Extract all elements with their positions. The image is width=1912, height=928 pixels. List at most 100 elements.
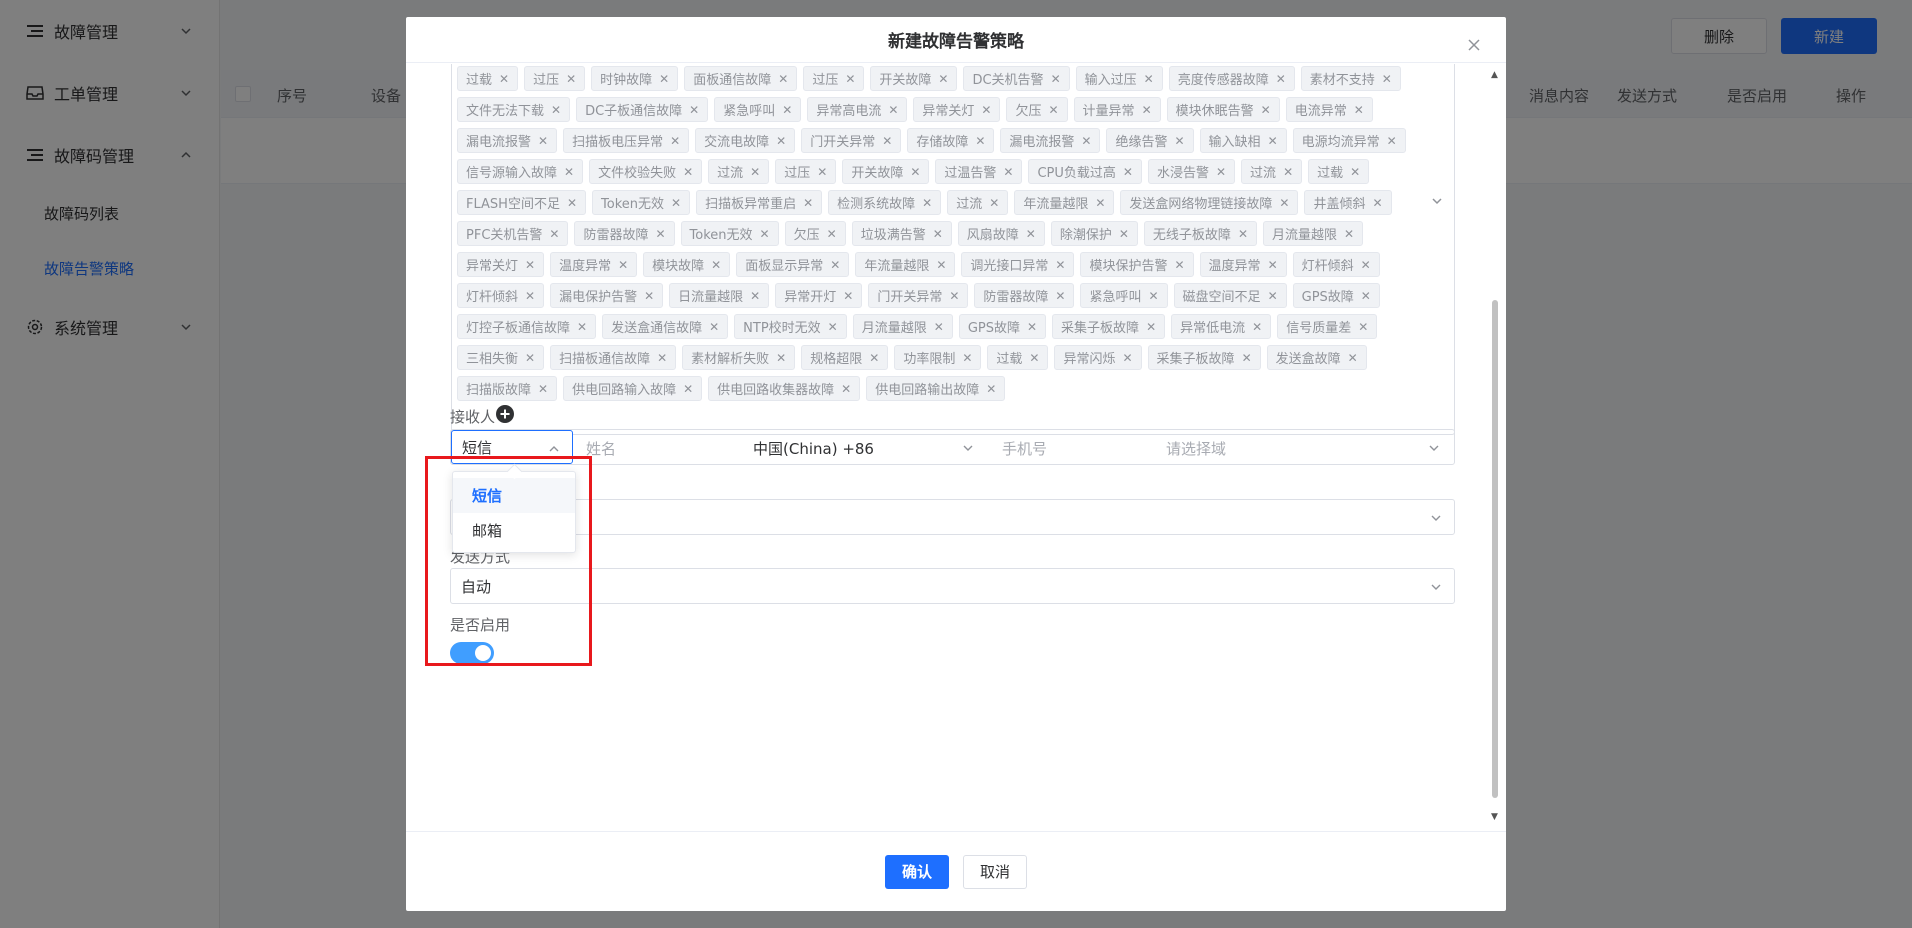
tag-close-icon[interactable]: ✕: [1122, 351, 1132, 365]
tag-close-icon[interactable]: ✕: [938, 72, 948, 86]
country-code-select[interactable]: 中国(China) +86: [753, 438, 874, 459]
tag-close-icon[interactable]: ✕: [1361, 258, 1371, 272]
tag-close-icon[interactable]: ✕: [869, 351, 879, 365]
tag-close-icon[interactable]: ✕: [1268, 134, 1278, 148]
tag-close-icon[interactable]: ✕: [933, 227, 943, 241]
tag-close-icon[interactable]: ✕: [525, 289, 535, 303]
tag-close-icon[interactable]: ✕: [841, 382, 851, 396]
tag-close-icon[interactable]: ✕: [566, 72, 576, 86]
tag-close-icon[interactable]: ✕: [1123, 165, 1133, 179]
tag-close-icon[interactable]: ✕: [882, 134, 892, 148]
tag-close-icon[interactable]: ✕: [1048, 103, 1058, 117]
scroll-down-arrow-icon[interactable]: ▼: [1491, 812, 1498, 822]
tag-close-icon[interactable]: ✕: [845, 72, 855, 86]
tag-close-icon[interactable]: ✕: [1387, 134, 1397, 148]
tag-close-icon[interactable]: ✕: [1252, 320, 1262, 334]
tag-close-icon[interactable]: ✕: [1029, 351, 1039, 365]
tag-close-icon[interactable]: ✕: [750, 289, 760, 303]
tag-close-icon[interactable]: ✕: [1283, 165, 1293, 179]
tag-close-icon[interactable]: ✕: [1358, 320, 1368, 334]
tag-close-icon[interactable]: ✕: [1003, 165, 1013, 179]
tag-close-icon[interactable]: ✕: [670, 134, 680, 148]
tag-close-icon[interactable]: ✕: [1144, 72, 1154, 86]
tag-close-icon[interactable]: ✕: [989, 196, 999, 210]
tag-close-icon[interactable]: ✕: [683, 165, 693, 179]
tag-close-icon[interactable]: ✕: [1051, 72, 1061, 86]
tag-close-icon[interactable]: ✕: [1268, 258, 1278, 272]
tag-close-icon[interactable]: ✕: [499, 72, 509, 86]
tag-close-icon[interactable]: ✕: [671, 196, 681, 210]
tag-close-icon[interactable]: ✕: [683, 382, 693, 396]
add-circle-icon[interactable]: [496, 405, 514, 423]
tag-close-icon[interactable]: ✕: [776, 134, 786, 148]
tag-close-icon[interactable]: ✕: [782, 103, 792, 117]
tag-close-icon[interactable]: ✕: [1142, 103, 1152, 117]
tag-close-icon[interactable]: ✕: [1027, 320, 1037, 334]
confirm-button[interactable]: 确认: [885, 854, 949, 889]
tag-close-icon[interactable]: ✕: [655, 227, 665, 241]
scroll-up-arrow-icon[interactable]: ▲: [1491, 70, 1498, 80]
tag-close-icon[interactable]: ✕: [1174, 258, 1184, 272]
tag-close-icon[interactable]: ✕: [1344, 227, 1354, 241]
tag-close-icon[interactable]: ✕: [1382, 72, 1392, 86]
chevron-down-icon[interactable]: [1430, 194, 1444, 208]
tag-close-icon[interactable]: ✕: [986, 382, 996, 396]
tag-close-icon[interactable]: ✕: [962, 351, 972, 365]
tag-close-icon[interactable]: ✕: [644, 289, 654, 303]
tag-close-icon[interactable]: ✕: [689, 103, 699, 117]
tag-close-icon[interactable]: ✕: [827, 227, 837, 241]
tag-close-icon[interactable]: ✕: [975, 134, 985, 148]
tag-close-icon[interactable]: ✕: [1238, 227, 1248, 241]
tag-close-icon[interactable]: ✕: [1348, 351, 1358, 365]
tag-close-icon[interactable]: ✕: [843, 289, 853, 303]
tag-close-icon[interactable]: ✕: [538, 382, 548, 396]
tag-close-icon[interactable]: ✕: [1174, 134, 1184, 148]
tag-close-icon[interactable]: ✕: [1354, 103, 1364, 117]
tag-close-icon[interactable]: ✕: [910, 165, 920, 179]
tag-close-icon[interactable]: ✕: [949, 289, 959, 303]
tag-close-icon[interactable]: ✕: [1276, 72, 1286, 86]
tag-close-icon[interactable]: ✕: [711, 258, 721, 272]
tag-close-icon[interactable]: ✕: [817, 165, 827, 179]
tag-close-icon[interactable]: ✕: [1242, 351, 1252, 365]
tag-close-icon[interactable]: ✕: [618, 258, 628, 272]
tag-close-icon[interactable]: ✕: [1261, 103, 1271, 117]
fault-code-multiselect[interactable]: 过载 ✕ 过压 ✕ 时钟故障 ✕ 面板通信故障 ✕ 过压 ✕ 开关故障 ✕ DC关机告警 ✕ 输入过压 ✕ 亮度…: [451, 64, 1455, 435]
tag-close-icon[interactable]: ✕: [803, 196, 813, 210]
message-content-select[interactable]: [450, 499, 1455, 535]
tag-close-icon[interactable]: ✕: [1119, 227, 1129, 241]
domain-select[interactable]: 请选择域: [1166, 438, 1226, 459]
tag-close-icon[interactable]: ✕: [1081, 134, 1091, 148]
tag-close-icon[interactable]: ✕: [538, 134, 548, 148]
close-icon[interactable]: [1466, 37, 1482, 53]
tag-close-icon[interactable]: ✕: [1095, 196, 1105, 210]
tag-close-icon[interactable]: ✕: [1148, 289, 1158, 303]
tag-close-icon[interactable]: ✕: [525, 258, 535, 272]
dialog-scrollbar[interactable]: ▲ ▼: [1490, 70, 1500, 822]
tag-close-icon[interactable]: ✕: [659, 72, 669, 86]
tag-close-icon[interactable]: ✕: [760, 227, 770, 241]
tag-close-icon[interactable]: ✕: [922, 196, 932, 210]
tag-close-icon[interactable]: ✕: [936, 258, 946, 272]
tag-close-icon[interactable]: ✕: [934, 320, 944, 334]
tag-close-icon[interactable]: ✕: [549, 227, 559, 241]
tag-close-icon[interactable]: ✕: [778, 72, 788, 86]
tag-close-icon[interactable]: ✕: [1055, 289, 1065, 303]
tag-close-icon[interactable]: ✕: [567, 196, 577, 210]
tag-close-icon[interactable]: ✕: [1350, 165, 1360, 179]
tag-close-icon[interactable]: ✕: [525, 351, 535, 365]
send-method-select[interactable]: 自动: [450, 568, 1455, 604]
tag-close-icon[interactable]: ✕: [1146, 320, 1156, 334]
tag-close-icon[interactable]: ✕: [1361, 289, 1371, 303]
tag-close-icon[interactable]: ✕: [750, 165, 760, 179]
cancel-button[interactable]: 取消: [963, 854, 1027, 889]
tag-close-icon[interactable]: ✕: [1055, 258, 1065, 272]
tag-close-icon[interactable]: ✕: [981, 103, 991, 117]
tag-close-icon[interactable]: ✕: [1216, 165, 1226, 179]
tag-close-icon[interactable]: ✕: [828, 320, 838, 334]
scrollbar-thumb[interactable]: [1492, 300, 1498, 798]
tag-close-icon[interactable]: ✕: [888, 103, 898, 117]
tag-close-icon[interactable]: ✕: [657, 351, 667, 365]
tag-close-icon[interactable]: ✕: [1279, 196, 1289, 210]
tag-close-icon[interactable]: ✕: [1372, 196, 1382, 210]
